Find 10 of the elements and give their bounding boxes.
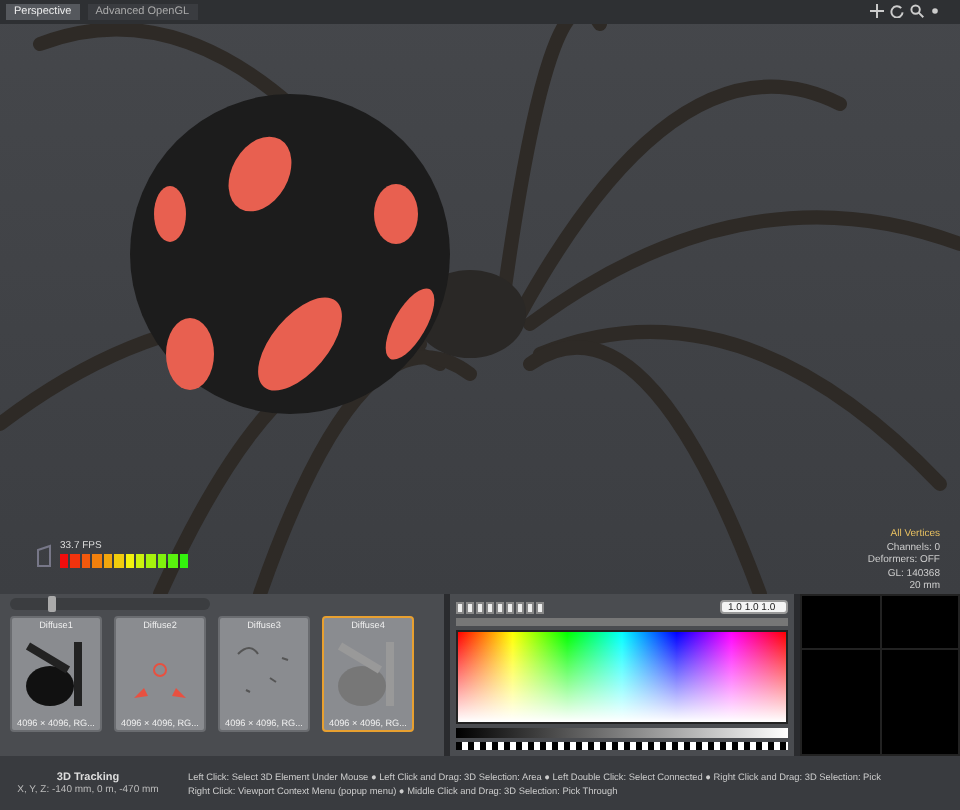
zoom-icon[interactable] [910, 4, 924, 18]
alpha-ramp[interactable] [456, 742, 788, 751]
gauge-icon [36, 544, 54, 568]
thumbnail-size-slider-handle[interactable] [48, 596, 57, 612]
color-spectrum[interactable] [456, 629, 788, 725]
move-icon[interactable] [870, 4, 884, 18]
grayscale-ramp[interactable] [456, 728, 788, 739]
color-swatches[interactable] [456, 601, 544, 613]
rotate-icon[interactable] [890, 4, 904, 18]
dot-icon[interactable] [930, 4, 940, 18]
